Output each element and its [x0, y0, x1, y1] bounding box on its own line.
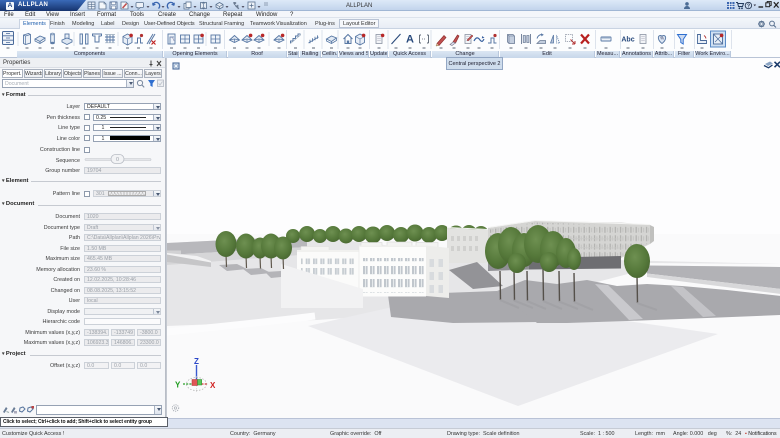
svg-text:Z: Z	[194, 357, 199, 366]
svg-text:X: X	[210, 381, 216, 390]
svg-text:Y: Y	[175, 381, 181, 390]
svg-text:0: 0	[116, 157, 119, 163]
svg-text:Abc: Abc	[621, 37, 634, 44]
svg-text:A: A	[406, 34, 414, 46]
